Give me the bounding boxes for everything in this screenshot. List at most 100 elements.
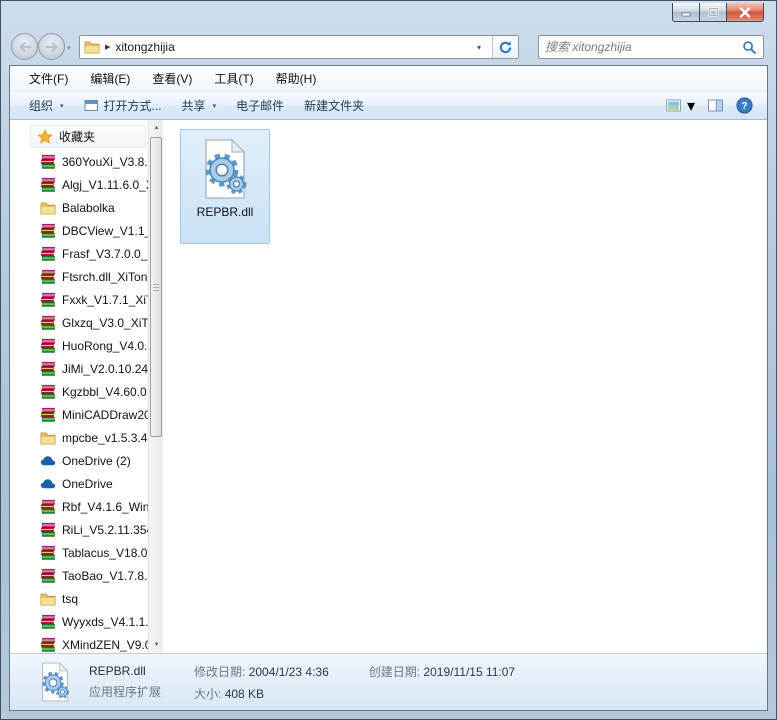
- navigation-pane: 收藏夹 360YouXi_V3.8.7: [10, 120, 163, 653]
- minimize-button[interactable]: [672, 3, 700, 22]
- sidebar-item-label: MiniCADDraw20: [62, 408, 148, 422]
- open-with-icon: [84, 99, 99, 112]
- help-icon[interactable]: ?: [736, 97, 753, 114]
- sidebar-item-label: TaoBao_V1.7.8.: [62, 569, 147, 583]
- menu-view[interactable]: 查看(V): [141, 67, 203, 90]
- email-button[interactable]: 电子邮件: [227, 94, 293, 117]
- sidebar-item[interactable]: Frasf_V3.7.0.0_X: [10, 242, 148, 265]
- sidebar-item[interactable]: Tablacus_V18.0: [10, 541, 148, 564]
- search-icon[interactable]: [742, 40, 757, 55]
- views-icon: [665, 98, 682, 113]
- onedrive-cloud-icon: [40, 476, 56, 492]
- sidebar-item[interactable]: Balabolka: [10, 196, 148, 219]
- sidebar-item-label: Ftsrch.dll_XiTon: [62, 270, 147, 284]
- sidebar-item[interactable]: Algj_V1.11.6.0_X: [10, 173, 148, 196]
- back-button[interactable]: [11, 33, 38, 60]
- organize-button[interactable]: 组织 ▾: [20, 94, 73, 117]
- sidebar-item[interactable]: OneDrive (2): [10, 449, 148, 472]
- sidebar-scrollbar[interactable]: ▲ ▼: [148, 120, 163, 653]
- maximize-button[interactable]: [700, 3, 727, 22]
- archive-icon: [40, 545, 56, 561]
- archive-icon: [40, 522, 56, 538]
- archive-icon: [40, 246, 56, 262]
- folder-icon: [84, 39, 100, 55]
- sidebar-item[interactable]: tsq: [10, 587, 148, 610]
- sidebar-item-label: Rbf_V4.1.6_Win: [62, 500, 148, 514]
- refresh-icon: [498, 40, 513, 55]
- address-dropdown-icon[interactable]: ▾: [470, 43, 488, 52]
- sidebar-item[interactable]: Ftsrch.dll_XiTon: [10, 265, 148, 288]
- size-value: 408 KB: [225, 687, 264, 701]
- close-button[interactable]: [727, 3, 764, 22]
- sidebar-item[interactable]: Wyyxds_V4.1.1.1: [10, 610, 148, 633]
- breadcrumb-caret-icon[interactable]: ▶: [105, 43, 110, 51]
- sidebar-item-label: Balabolka: [62, 201, 115, 215]
- sidebar-item[interactable]: XMindZEN_V9.0: [10, 633, 148, 653]
- menu-tools[interactable]: 工具(T): [203, 67, 264, 90]
- sidebar-item[interactable]: DBCView_V1.1_X: [10, 219, 148, 242]
- forward-button[interactable]: [38, 33, 65, 60]
- search-box[interactable]: [538, 35, 764, 59]
- sidebar-item-label: Kgzbbl_V4.60.0: [62, 385, 147, 399]
- file-name-label: REPBR.dll: [197, 205, 254, 219]
- sidebar-item[interactable]: 360YouXi_V3.8.7: [10, 150, 148, 173]
- file-item-selected[interactable]: REPBR.dll: [180, 129, 270, 244]
- sidebar-item[interactable]: Kgzbbl_V4.60.0: [10, 380, 148, 403]
- sidebar-item[interactable]: OneDrive: [10, 472, 148, 495]
- scrollbar-thumb[interactable]: [150, 137, 162, 437]
- new-folder-button[interactable]: 新建文件夹: [295, 94, 373, 117]
- favorites-header[interactable]: 收藏夹: [30, 125, 146, 148]
- open-with-button[interactable]: 打开方式...: [75, 94, 171, 117]
- sidebar-item[interactable]: MiniCADDraw20: [10, 403, 148, 426]
- address-bar[interactable]: ▶ xitongzhijia ▾: [79, 35, 519, 59]
- toolbar-right-group: ▾ ?: [665, 96, 757, 116]
- views-button[interactable]: ▾: [665, 96, 695, 116]
- scrollbar-grip: [153, 284, 159, 291]
- sidebar-item-label: Frasf_V3.7.0.0_X: [62, 247, 148, 261]
- menu-help[interactable]: 帮助(H): [265, 67, 328, 90]
- history-dropdown-icon[interactable]: ▾: [67, 44, 71, 52]
- archive-icon: [40, 177, 56, 193]
- share-label: 共享: [182, 97, 206, 114]
- share-dropdown-icon: ▾: [213, 102, 217, 110]
- scroll-up-icon[interactable]: ▲: [149, 120, 164, 136]
- folder-icon: [40, 200, 56, 216]
- file-size: 大小: 408 KB: [194, 685, 329, 702]
- preview-pane-icon[interactable]: [707, 98, 724, 113]
- sidebar-item[interactable]: Glxzq_V3.0_XiTo: [10, 311, 148, 334]
- favorites-list: 360YouXi_V3.8.7 Algj_V1.11.6.0_X: [10, 150, 148, 653]
- window-controls: [672, 1, 764, 22]
- menu-bar: 文件(F) 编辑(E) 查看(V) 工具(T) 帮助(H): [10, 66, 767, 92]
- sidebar-item[interactable]: Rbf_V4.1.6_Win: [10, 495, 148, 518]
- address-field[interactable]: ▶ xitongzhijia ▾: [80, 36, 492, 58]
- menu-edit[interactable]: 编辑(E): [79, 67, 141, 90]
- star-icon: [37, 129, 53, 145]
- sidebar-item-label: 360YouXi_V3.8.7: [62, 155, 148, 169]
- window-body: 文件(F) 编辑(E) 查看(V) 工具(T) 帮助(H) 组织 ▾ 打开方式.…: [9, 65, 768, 711]
- file-list-pane[interactable]: REPBR.dll: [163, 120, 767, 653]
- menu-file[interactable]: 文件(F): [18, 67, 79, 90]
- refresh-button[interactable]: [492, 36, 518, 58]
- sidebar-item[interactable]: mpcbe_v1.5.3.4: [10, 426, 148, 449]
- modified-date: 修改日期: 2004/1/23 4:36: [194, 663, 329, 680]
- archive-icon: [40, 614, 56, 630]
- sidebar-item-label: JiMi_V2.0.10.24: [62, 362, 148, 376]
- sidebar-item[interactable]: RiLi_V5.2.11.354: [10, 518, 148, 541]
- search-input[interactable]: [545, 40, 742, 54]
- archive-icon: [40, 499, 56, 515]
- sidebar-item-label: RiLi_V5.2.11.354: [62, 523, 148, 537]
- sidebar-item[interactable]: JiMi_V2.0.10.24: [10, 357, 148, 380]
- sidebar-item-label: DBCView_V1.1_X: [62, 224, 148, 238]
- sidebar-item[interactable]: HuoRong_V4.0.: [10, 334, 148, 357]
- breadcrumb-path[interactable]: xitongzhijia: [115, 40, 465, 54]
- details-identity: REPBR.dll 应用程序扩展: [89, 664, 194, 700]
- maximize-icon: [708, 7, 719, 17]
- archive-icon: [40, 338, 56, 354]
- sidebar-item[interactable]: TaoBao_V1.7.8.: [10, 564, 148, 587]
- share-button[interactable]: 共享 ▾: [173, 94, 226, 117]
- archive-icon: [40, 637, 56, 653]
- sidebar-item[interactable]: Fxxk_V1.7.1_XiT: [10, 288, 148, 311]
- scroll-down-icon[interactable]: ▼: [149, 637, 164, 653]
- sidebar-item-label: XMindZEN_V9.0: [62, 638, 148, 652]
- created-label: 创建日期:: [369, 665, 420, 679]
